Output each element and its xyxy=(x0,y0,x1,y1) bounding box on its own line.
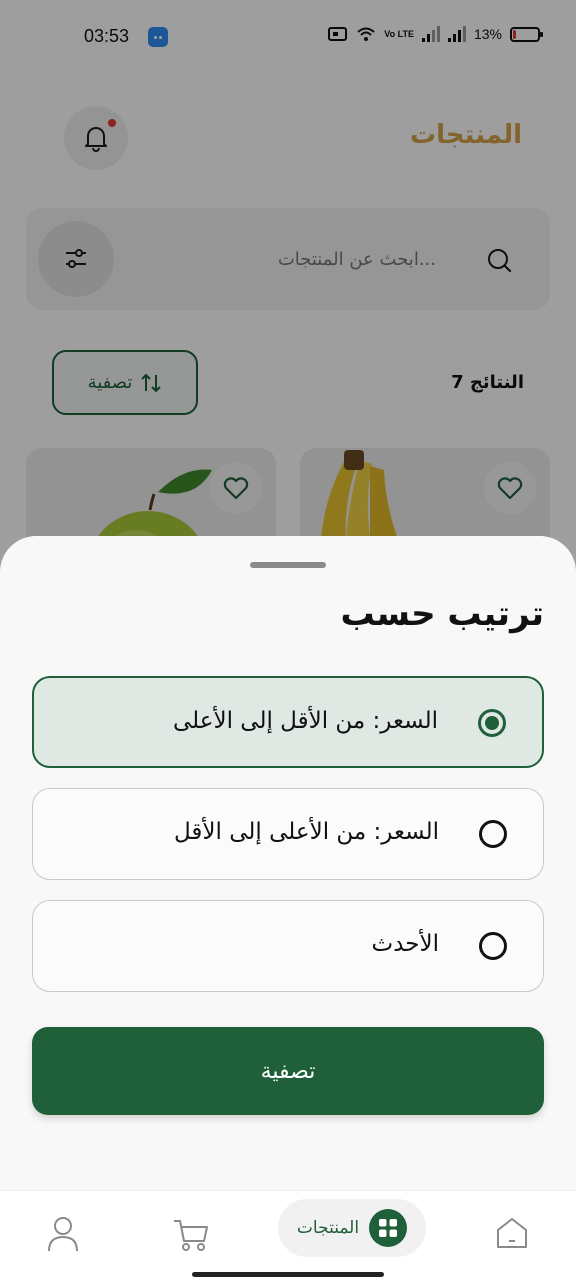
sort-option-price-asc[interactable]: السعر: من الأقل إلى الأعلى xyxy=(32,676,544,768)
sort-option-price-desc[interactable]: السعر: من الأعلى إلى الأقل xyxy=(32,788,544,880)
sort-option-newest[interactable]: الأحدث xyxy=(32,900,544,992)
sheet-title: ترتيب حسب xyxy=(340,594,545,634)
radio-unselected[interactable] xyxy=(479,932,507,960)
nav-home[interactable] xyxy=(494,1215,530,1255)
sort-bottom-sheet: ترتيب حسب السعر: من الأقل إلى الأعلى الس… xyxy=(0,536,576,1190)
radio-unselected[interactable] xyxy=(479,820,507,848)
user-icon xyxy=(48,1217,78,1252)
apply-filter-button[interactable]: تصفية xyxy=(32,1027,544,1115)
sort-option-label: السعر: من الأقل إلى الأعلى xyxy=(172,708,438,734)
drag-handle[interactable] xyxy=(250,562,326,568)
sort-option-label: السعر: من الأعلى إلى الأقل xyxy=(173,819,439,845)
nav-products-label: المنتجات xyxy=(296,1218,360,1238)
home-icon xyxy=(497,1218,527,1248)
nav-cart[interactable] xyxy=(172,1215,210,1257)
radio-dot xyxy=(485,716,499,730)
nav-products[interactable]: المنتجات xyxy=(278,1199,426,1257)
bottom-nav: المنتجات xyxy=(0,1190,576,1280)
system-home-indicator[interactable] xyxy=(192,1272,384,1277)
cart-icon xyxy=(174,1220,208,1251)
radio-selected[interactable] xyxy=(478,709,506,737)
nav-profile[interactable] xyxy=(46,1215,80,1257)
sort-option-label: الأحدث xyxy=(371,931,439,957)
grid-icon xyxy=(369,1209,408,1247)
